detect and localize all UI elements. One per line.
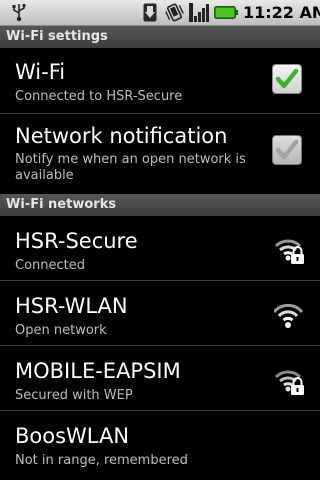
vibrate-icon <box>165 3 184 22</box>
wifi-checkbox[interactable] <box>272 64 302 94</box>
usb-icon <box>12 3 26 22</box>
wifi-toggle-row[interactable]: Wi-Fi Connected to HSR-Secure <box>0 48 320 112</box>
battery-icon <box>214 6 238 19</box>
signal-icon <box>189 3 209 22</box>
section-header-wifi-networks: Wi-Fi networks <box>0 194 320 216</box>
network-ssid: MOBILE-EAPSIM <box>15 359 181 383</box>
network-status: Open network <box>15 323 107 338</box>
network-row-hsr-wlan[interactable]: HSR-WLAN Open network <box>0 281 320 345</box>
network-notification-row[interactable]: Network notification Notify me when an o… <box>0 114 320 194</box>
network-status: Connected <box>15 258 86 273</box>
wifi-title: Wi-Fi <box>15 60 66 84</box>
network-ssid: BoosWLAN <box>15 424 130 448</box>
checkmark-icon <box>275 139 299 160</box>
wifi-secured-icon <box>274 239 304 264</box>
status-bar[interactable]: 11:22 AM <box>0 0 320 26</box>
network-notification-summary: Notify me when an open network is availa… <box>15 152 246 183</box>
wifi-secured-icon <box>274 370 304 395</box>
network-row-hsr-secure[interactable]: HSR-Secure Connected <box>0 216 320 280</box>
section-header-wifi-settings: Wi-Fi settings <box>0 26 320 48</box>
wifi-summary: Connected to HSR-Secure <box>15 89 183 104</box>
network-status: Not in range, remembered <box>15 453 188 468</box>
network-ssid: HSR-Secure <box>15 229 138 253</box>
download-icon <box>143 3 157 22</box>
network-ssid: HSR-WLAN <box>15 294 128 318</box>
network-notification-checkbox[interactable] <box>272 135 302 165</box>
network-status: Secured with WEP <box>15 388 133 403</box>
network-notification-title: Network notification <box>15 124 228 148</box>
network-row-booswlan[interactable]: BoosWLAN Not in range, remembered <box>0 411 320 480</box>
status-time: 11:22 AM <box>243 3 320 22</box>
checkmark-icon <box>275 68 299 89</box>
network-row-mobile-eapsim[interactable]: MOBILE-EAPSIM Secured with WEP <box>0 346 320 410</box>
wifi-open-icon <box>274 303 304 328</box>
